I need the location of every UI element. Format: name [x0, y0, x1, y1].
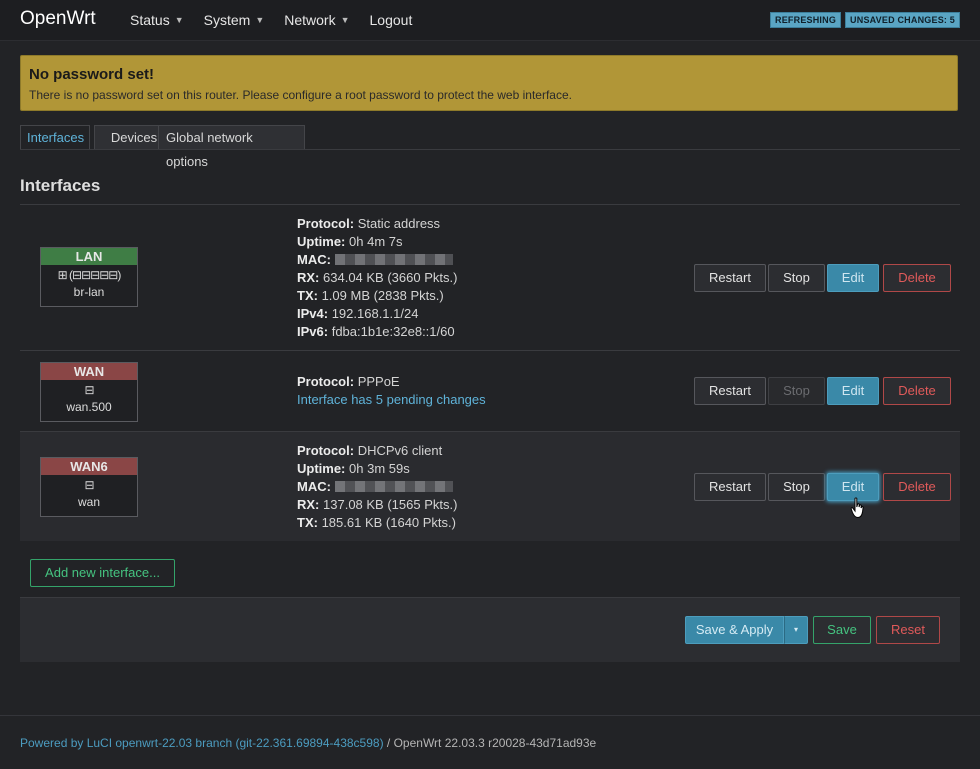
interface-badge-wan: WAN ⊟ wan.500 — [40, 362, 138, 422]
stop-button[interactable]: Stop — [768, 473, 825, 501]
firmware-version: OpenWrt 22.03.3 r20028-43d71ad93e — [393, 736, 597, 750]
tab-interfaces[interactable]: Interfaces — [20, 125, 90, 149]
save-apply-group: Save & Apply ▾ — [685, 616, 808, 644]
brand-logo[interactable]: OpenWrt — [20, 8, 96, 30]
save-apply-button[interactable]: Save & Apply — [685, 616, 784, 644]
device-name: wan.500 — [66, 400, 112, 414]
hand-cursor-icon — [850, 497, 864, 519]
reset-button[interactable]: Reset — [876, 616, 940, 644]
row-actions: Restart Stop Edit Delete — [694, 264, 951, 292]
delete-button[interactable]: Delete — [883, 264, 951, 292]
nav-network[interactable]: Network ▼ — [284, 12, 349, 28]
restart-button[interactable]: Restart — [694, 377, 766, 405]
section-title: Interfaces — [20, 176, 101, 195]
stop-button[interactable]: Stop — [768, 377, 825, 405]
port-icon: ⊟ — [84, 478, 94, 492]
delete-button[interactable]: Delete — [883, 473, 951, 501]
row-actions: Restart Stop Edit Delete — [694, 473, 951, 501]
save-button[interactable]: Save — [813, 616, 871, 644]
restart-button[interactable]: Restart — [694, 473, 766, 501]
device-name: br-lan — [73, 285, 105, 299]
interface-name: WAN6 — [41, 458, 137, 475]
alert-title: No password set! — [29, 66, 155, 83]
interface-details: Protocol: DHCPv6 client Uptime: 0h 3m 59… — [297, 443, 458, 530]
nav-status[interactable]: Status ▼ — [130, 12, 184, 28]
interface-details: Protocol: Static address Uptime: 0h 4m 7… — [297, 216, 458, 339]
pending-changes-link[interactable]: Interface has 5 pending changes — [297, 391, 486, 409]
interface-badge-lan: LAN ⊞ (⊟⊟⊟⊟⊟) br-lan — [40, 247, 138, 307]
refreshing-badge[interactable]: REFRESHING — [770, 12, 842, 28]
chevron-down-icon: ▼ — [255, 15, 265, 25]
form-actions-bar: Save & Apply ▾ Save Reset — [20, 597, 960, 662]
add-new-interface-button[interactable]: Add new interface... — [30, 559, 175, 587]
tab-global-network-options[interactable]: Global network options — [158, 125, 305, 169]
mac-redacted — [334, 254, 453, 265]
edit-button[interactable]: Edit — [827, 264, 879, 292]
mac-redacted — [334, 481, 453, 492]
footer-text: Powered by LuCI openwrt-22.03 branch (gi… — [20, 736, 597, 750]
restart-button[interactable]: Restart — [694, 264, 766, 292]
edit-button[interactable]: Edit — [827, 377, 879, 405]
port-icons: ⊞ (⊟⊟⊟⊟⊟) — [57, 268, 122, 282]
row-actions: Restart Stop Edit Delete — [694, 377, 951, 405]
device-name: wan — [77, 495, 100, 509]
nav-logout[interactable]: Logout — [370, 12, 413, 28]
interface-name: LAN — [41, 248, 137, 265]
interface-badge-wan6: WAN6 ⊟ wan — [40, 457, 138, 517]
interface-details: Protocol: PPPoE Interface has 5 pending … — [297, 374, 486, 409]
stop-button[interactable]: Stop — [768, 264, 825, 292]
interface-row-wan6: WAN6 ⊟ wan Protocol: DHCPv6 client Uptim… — [20, 431, 960, 541]
main-nav: Status ▼ System ▼ Network ▼ Logout — [130, 12, 412, 28]
nav-system[interactable]: System ▼ — [204, 12, 265, 28]
save-apply-dropdown-icon[interactable]: ▾ — [784, 616, 808, 644]
interface-name: WAN — [41, 363, 137, 380]
delete-button[interactable]: Delete — [883, 377, 951, 405]
chevron-down-icon: ▼ — [174, 15, 184, 25]
interface-row-wan: WAN ⊟ wan.500 Protocol: PPPoE Interface … — [20, 350, 960, 431]
interface-row-lan: LAN ⊞ (⊟⊟⊟⊟⊟) br-lan Protocol: Static ad… — [20, 204, 960, 350]
status-badges: REFRESHING UNSAVED CHANGES: 5 — [770, 12, 960, 28]
tab-bar: Interfaces Devices Global network option… — [20, 125, 960, 169]
chevron-down-icon: ▼ — [340, 15, 350, 25]
no-password-alert: No password set! There is no password se… — [20, 55, 958, 111]
top-navbar: OpenWrt Status ▼ System ▼ Network ▼ Logout … — [0, 0, 980, 41]
unsaved-changes-badge[interactable]: UNSAVED CHANGES: 5 — [845, 12, 960, 28]
luci-link[interactable]: Powered by LuCI openwrt-22.03 branch (gi… — [20, 736, 384, 750]
page-footer: Powered by LuCI openwrt-22.03 branch (gi… — [0, 715, 980, 769]
alert-message: There is no password set on this router.… — [29, 88, 572, 102]
port-icon: ⊟ — [84, 383, 94, 397]
